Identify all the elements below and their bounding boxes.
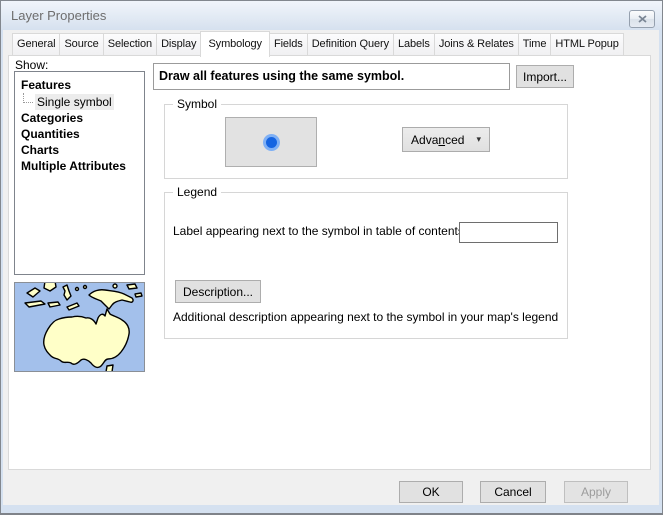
apply-button: Apply xyxy=(564,481,628,503)
tab-source[interactable]: Source xyxy=(59,33,103,55)
tab-strip: General Source Selection Display Symbolo… xyxy=(12,31,623,55)
symbol-group-title: Symbol xyxy=(173,97,221,111)
tab-definition-query[interactable]: Definition Query xyxy=(307,33,394,55)
cancel-button[interactable]: Cancel xyxy=(480,481,546,503)
show-label: Show: xyxy=(15,58,48,72)
legend-group: Legend Label appearing next to the symbo… xyxy=(164,192,568,339)
tree-connector xyxy=(23,93,33,103)
tab-symbology[interactable]: Symbology xyxy=(200,31,270,57)
legend-group-title: Legend xyxy=(173,185,221,199)
tree-item-single-symbol[interactable]: Single symbol xyxy=(15,93,144,110)
tab-time[interactable]: Time xyxy=(518,33,552,55)
page-title: Draw all features using the same symbol. xyxy=(153,63,510,90)
point-symbol-icon xyxy=(263,134,280,151)
import-button[interactable]: Import... xyxy=(516,65,574,88)
tab-html-popup[interactable]: HTML Popup xyxy=(550,33,623,55)
tab-general[interactable]: General xyxy=(12,33,60,55)
symbology-method-tree: Features Single symbol Categories Quanti… xyxy=(14,71,145,275)
ok-button[interactable]: OK xyxy=(399,481,463,503)
layer-properties-dialog: Layer Properties General Source Selectio… xyxy=(0,0,663,515)
tab-display[interactable]: Display xyxy=(156,33,201,55)
legend-label-text: Label appearing next to the symbol in ta… xyxy=(173,224,467,238)
window-title: Layer Properties xyxy=(11,1,106,30)
description-button[interactable]: Description... xyxy=(175,280,261,303)
tab-labels[interactable]: Labels xyxy=(393,33,435,55)
tree-item-categories[interactable]: Categories xyxy=(15,110,144,126)
advanced-label: Advanced xyxy=(411,133,464,147)
legend-label-input[interactable] xyxy=(459,222,558,243)
symbol-group: Symbol Advanced ▾ xyxy=(164,104,568,179)
close-icon xyxy=(638,15,647,23)
tree-item-charts[interactable]: Charts xyxy=(15,142,144,158)
tab-selection[interactable]: Selection xyxy=(103,33,157,55)
tree-item-single-symbol-label: Single symbol xyxy=(35,94,114,110)
titlebar: Layer Properties xyxy=(1,1,662,30)
chevron-down-icon: ▾ xyxy=(476,134,481,145)
tree-item-features[interactable]: Features xyxy=(15,77,144,93)
symbol-preview-button[interactable] xyxy=(225,117,317,167)
tab-joins-relates[interactable]: Joins & Relates xyxy=(434,33,519,55)
legend-description-hint: Additional description appearing next to… xyxy=(173,310,558,324)
map-preview-thumbnail xyxy=(14,282,145,372)
tree-item-quantities[interactable]: Quantities xyxy=(15,126,144,142)
tab-fields[interactable]: Fields xyxy=(269,33,308,55)
tree-item-multiple-attributes[interactable]: Multiple Attributes xyxy=(15,158,144,174)
advanced-dropdown-button[interactable]: Advanced ▾ xyxy=(402,127,490,152)
symbology-tab-page: Show: Features Single symbol Categories … xyxy=(8,55,651,470)
close-button[interactable] xyxy=(629,10,655,28)
